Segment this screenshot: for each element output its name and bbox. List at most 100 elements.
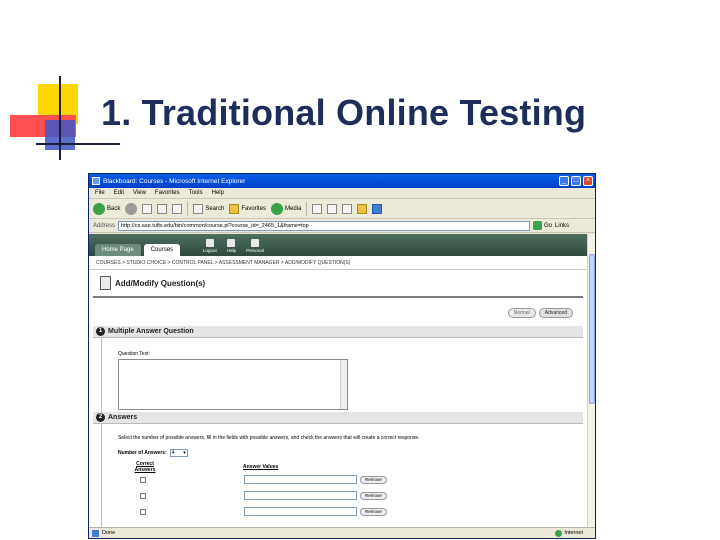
tab-courses[interactable]: Courses [143, 244, 181, 256]
maximize-icon[interactable]: □ [571, 176, 581, 186]
correct-answers-header: Correct Answers [134, 461, 156, 473]
help-label: Help [226, 248, 237, 253]
go-arrow-icon [533, 221, 543, 230]
section-2-title: Answers [108, 414, 138, 421]
section-1-header: 1 Multiple Answer Question [93, 326, 583, 338]
section-divider-line [101, 338, 102, 412]
answers-instructions: Select the number of possible answers, f… [118, 435, 420, 441]
menu-file[interactable]: File [95, 190, 105, 196]
url-input[interactable]: http://cs.ase.tufts.edu/bin/common/cours… [118, 220, 531, 231]
search-label: Search [205, 205, 225, 212]
answer-row: Remove [93, 475, 393, 486]
address-label: Address [93, 222, 116, 229]
clipboard-icon [100, 276, 111, 290]
toolbar: Back Search Favorites Media [89, 199, 595, 219]
back-label: Back [107, 205, 121, 212]
logout-label: Logout [203, 248, 217, 253]
forward-arrow-icon[interactable] [125, 202, 138, 215]
section-2-header: 2 Answers [93, 412, 583, 424]
help-button[interactable]: Help [227, 239, 236, 253]
remove-button[interactable]: Remove [360, 492, 387, 500]
logout-icon [205, 239, 214, 247]
num-answers-select[interactable]: 4 ▾ [169, 449, 188, 457]
home-icon[interactable] [172, 203, 183, 214]
answer-value-input[interactable] [244, 475, 357, 484]
section-1-title: Multiple Answer Question [108, 328, 194, 335]
page-title: Add/Modify Question(s) [115, 278, 206, 288]
answer-values-header: Answer Values [243, 464, 279, 470]
num-answers-row: Number of Answers: 4 ▾ [118, 449, 188, 457]
slide-title: 1. Traditional Online Testing [101, 92, 587, 133]
tab-home-page[interactable]: Home Page [95, 244, 141, 256]
menu-help[interactable]: Help [212, 190, 224, 196]
menu-edit[interactable]: Edit [114, 190, 124, 196]
page-viewport: Home Page Courses Logout Help Personal C… [89, 234, 587, 527]
menu-view[interactable]: View [133, 190, 146, 196]
go-label: Go [544, 222, 553, 229]
status-text: Done [102, 530, 116, 536]
menu-bar: File Edit View Favorites Tools Help [89, 188, 595, 199]
go-button[interactable]: Go [533, 221, 552, 230]
decor-vertical-line [59, 76, 61, 160]
correct-checkbox[interactable] [140, 477, 146, 483]
blackboard-header: Home Page Courses Logout Help Personal [89, 234, 587, 256]
back-arrow-icon [93, 202, 105, 215]
correct-checkbox[interactable] [140, 493, 146, 499]
security-zone: Internet [555, 529, 583, 537]
correct-checkbox[interactable] [140, 509, 146, 515]
normal-button[interactable]: Normal [507, 308, 536, 318]
history-icon[interactable] [312, 203, 323, 214]
ie-icon [92, 177, 100, 185]
messenger-icon[interactable] [372, 203, 383, 214]
status-bar: Done Internet [89, 527, 595, 538]
favorites-star-icon [229, 203, 240, 214]
page-done-icon [92, 529, 99, 537]
personal-button[interactable]: Personal [246, 239, 264, 253]
answer-row: Remove [93, 491, 393, 502]
answer-value-input[interactable] [244, 491, 357, 500]
chevron-down-icon: ▾ [183, 450, 186, 456]
edit-icon[interactable] [357, 203, 368, 214]
question-text-label: Question Text: [118, 351, 150, 357]
toolbar-separator [306, 201, 308, 216]
links-label[interactable]: Links [555, 223, 569, 229]
breadcrumb[interactable]: COURSES > STUDIO CHOICE > CONTROL PANEL … [89, 260, 587, 270]
media-button[interactable]: Media [271, 202, 302, 215]
search-button[interactable]: Search [193, 203, 225, 214]
section-2-number: 2 [96, 413, 105, 422]
num-answers-value: 4 [171, 450, 175, 456]
zone-label: Internet [564, 530, 583, 536]
favorites-button[interactable]: Favorites [229, 203, 266, 214]
advanced-button[interactable]: Advanced [538, 308, 573, 318]
section-2-body: Select the number of possible answers, f… [93, 424, 583, 527]
menu-favorites[interactable]: Favorites [155, 190, 180, 196]
question-text-area[interactable] [118, 359, 348, 410]
minimize-icon[interactable]: _ [559, 176, 569, 186]
personal-icon [250, 239, 259, 247]
mail-icon[interactable] [327, 203, 338, 214]
media-icon [271, 202, 284, 215]
print-icon[interactable] [342, 203, 353, 214]
page-heading-row: Add/Modify Question(s) [93, 270, 583, 298]
remove-button[interactable]: Remove [360, 508, 387, 516]
answer-row: Remove [93, 507, 393, 518]
answer-value-input[interactable] [244, 507, 357, 516]
browser-window: Blackboard: Courses - Microsoft Internet… [88, 173, 596, 539]
close-icon[interactable]: × [583, 176, 593, 186]
search-icon [193, 203, 204, 214]
personal-label: Personal [246, 248, 264, 253]
scrollbar-thumb[interactable] [589, 254, 595, 404]
logout-button[interactable]: Logout [203, 239, 217, 253]
remove-button[interactable]: Remove [360, 476, 387, 484]
page-scrollbar[interactable] [587, 234, 595, 527]
toolbar-separator [187, 201, 189, 216]
textarea-scrollbar[interactable] [340, 360, 347, 409]
stop-icon[interactable] [142, 203, 153, 214]
menu-tools[interactable]: Tools [189, 190, 203, 196]
window-title: Blackboard: Courses - Microsoft Internet… [103, 177, 246, 185]
section-1-number: 1 [96, 327, 105, 336]
refresh-icon[interactable] [157, 203, 168, 214]
media-label: Media [285, 205, 302, 212]
help-icon [227, 239, 236, 247]
back-button[interactable]: Back [93, 202, 121, 215]
